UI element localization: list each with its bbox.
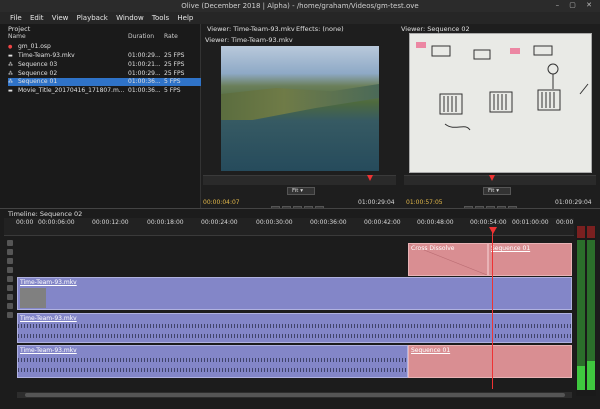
menu-file[interactable]: File bbox=[10, 14, 22, 22]
transition-clip[interactable]: Cross Dissolve bbox=[408, 243, 488, 276]
project-item[interactable]: ⁂ Sequence 03 01:00:21... 25 FPS bbox=[8, 61, 201, 69]
zoom-out-icon[interactable] bbox=[7, 303, 13, 309]
audio-waveform bbox=[18, 368, 407, 372]
menu-tools[interactable]: Tools bbox=[152, 14, 169, 22]
sequence-icon: ⁂ bbox=[8, 62, 13, 68]
menu-view[interactable]: View bbox=[52, 14, 69, 22]
sketch-drawing bbox=[416, 42, 589, 131]
audio-clip-2[interactable]: Time-Team-93.mkv bbox=[17, 345, 408, 378]
audio-waveform bbox=[18, 358, 407, 362]
project-item[interactable]: ▬ Movie_Title_20170416_171807.m... 01:00… bbox=[8, 87, 201, 95]
viewer2-frame bbox=[409, 33, 592, 173]
menu-bar: File Edit View Playback Window Tools Hel… bbox=[0, 12, 600, 24]
col-rate[interactable]: Rate bbox=[164, 33, 178, 40]
viewer1-playhead[interactable] bbox=[367, 175, 373, 181]
project-header: Name Duration Rate bbox=[6, 33, 201, 41]
menu-help[interactable]: Help bbox=[177, 14, 193, 22]
timeline-playhead[interactable] bbox=[492, 229, 493, 389]
viewer2-timecode-duration: 01:00:29:04 bbox=[555, 199, 592, 206]
sequence01-clip-bottom[interactable]: Sequence 01 bbox=[408, 345, 572, 378]
tab-viewer[interactable]: Viewer: Time-Team-93.mkv bbox=[207, 25, 295, 33]
razor-icon[interactable] bbox=[7, 276, 13, 282]
col-name[interactable]: Name bbox=[8, 33, 26, 40]
project-item-selected[interactable]: ⁂ Sequence 01 01:00:36... 5 FPS bbox=[8, 78, 201, 86]
slip-icon[interactable] bbox=[7, 258, 13, 264]
scrollbar-thumb[interactable] bbox=[25, 393, 565, 397]
video-thumbnail bbox=[20, 288, 46, 308]
playhead-marker-icon[interactable] bbox=[489, 227, 497, 234]
timeline-scrollbar[interactable] bbox=[17, 392, 572, 398]
menu-window[interactable]: Window bbox=[116, 14, 144, 22]
audio-waveform bbox=[18, 334, 571, 338]
viewer1-timecode-current[interactable]: 00:00:04:07 bbox=[203, 199, 240, 206]
snap-icon[interactable] bbox=[7, 312, 13, 318]
timeline-toolbar bbox=[7, 240, 15, 330]
video-icon: ▬ bbox=[8, 88, 13, 94]
audio-waveform bbox=[18, 324, 571, 328]
project-title: Project bbox=[8, 25, 31, 33]
audio-icon: ● bbox=[8, 44, 13, 50]
viewer2-zoom-select[interactable]: Fit ▾ bbox=[483, 187, 511, 195]
project-item[interactable]: ⁂ Sequence 02 01:00:29... 25 FPS bbox=[8, 70, 201, 78]
viewer2-timecode-current[interactable]: 01:00:57:05 bbox=[406, 199, 443, 206]
project-item[interactable]: ● gm_01.osp bbox=[8, 43, 201, 51]
video-clip[interactable]: Time-Team-93.mkv bbox=[17, 277, 572, 310]
viewer1-title: Viewer: Time-Team-93.mkv bbox=[205, 36, 293, 44]
viewer2-playhead[interactable] bbox=[489, 175, 495, 181]
viewer2-scrubber[interactable] bbox=[404, 175, 596, 185]
viewer2-title: Viewer: Sequence 02 bbox=[401, 25, 470, 33]
timeline-title: Timeline: Sequence 02 bbox=[8, 210, 83, 218]
menu-edit[interactable]: Edit bbox=[30, 14, 44, 22]
menu-playback[interactable]: Playback bbox=[77, 14, 108, 22]
viewer1-timecode-duration: 01:00:29:04 bbox=[358, 199, 395, 206]
sequence-icon: ⁂ bbox=[8, 71, 13, 77]
video-icon: ▬ bbox=[8, 53, 13, 59]
project-item[interactable]: ▬ Time-Team-93.mkv 01:00:29... 25 FPS bbox=[8, 52, 201, 60]
window-title-bar: Olive (December 2018 | Alpha) - /home/gr… bbox=[0, 0, 600, 12]
window-controls[interactable]: – ▢ ✕ bbox=[556, 1, 596, 9]
audio-icon[interactable] bbox=[7, 285, 13, 291]
ripple-icon[interactable] bbox=[7, 249, 13, 255]
col-duration[interactable]: Duration bbox=[128, 33, 154, 40]
add-track-icon[interactable] bbox=[7, 240, 13, 246]
link-icon[interactable] bbox=[7, 267, 13, 273]
audio-meter bbox=[576, 226, 596, 396]
audio-clip-1[interactable]: Time-Team-93.mkv bbox=[17, 313, 572, 343]
sequence-icon: ⁂ bbox=[8, 79, 13, 85]
window-title: Olive (December 2018 | Alpha) - /home/gr… bbox=[181, 2, 419, 10]
sequence01-clip-top[interactable]: Sequence 01 bbox=[488, 243, 572, 276]
zoom-in-icon[interactable] bbox=[7, 294, 13, 300]
viewer1-zoom-select[interactable]: Fit ▾ bbox=[287, 187, 315, 195]
tab-effects[interactable]: Effects: (none) bbox=[296, 25, 344, 33]
